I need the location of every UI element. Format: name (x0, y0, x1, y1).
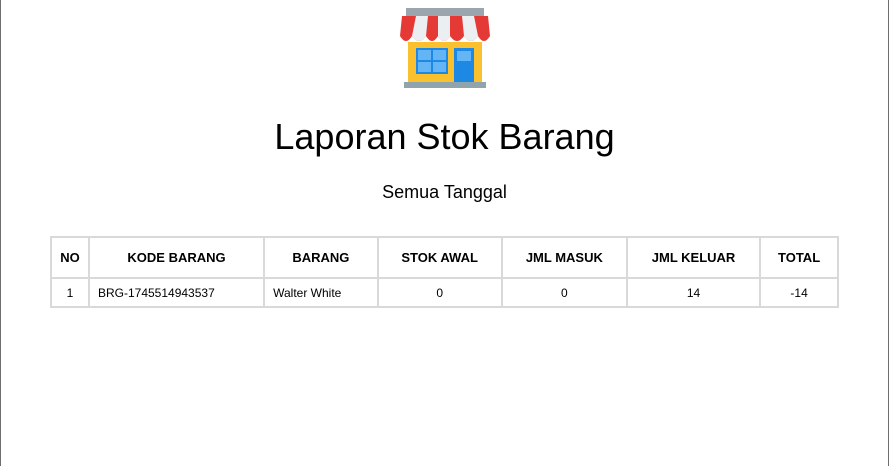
column-header-no: NO (50, 236, 90, 279)
page-title: Laporan Stok Barang (274, 116, 615, 157)
cell-jml-keluar: 14 (625, 277, 762, 308)
table-row: 1 BRG-1745514943537 Walter White 0 0 14 … (50, 277, 839, 308)
cell-barang: Walter White (263, 277, 379, 308)
cell-jml-masuk: 0 (500, 277, 628, 308)
cell-kode-barang: BRG-1745514943537 (87, 277, 266, 308)
column-header-stok-awal: STOK AWAL (376, 236, 503, 279)
cell-total: -14 (759, 277, 839, 308)
stock-report-table: NO KODE BARANG BARANG STOK AWAL JML MASU… (50, 236, 839, 308)
column-header-total: TOTAL (759, 236, 839, 279)
cell-stok-awal: 0 (376, 277, 503, 308)
date-range-subtitle: Semua Tanggal (382, 182, 507, 202)
column-header-barang: BARANG (263, 236, 379, 279)
column-header-jml-masuk: JML MASUK (500, 236, 628, 279)
table-header-row: NO KODE BARANG BARANG STOK AWAL JML MASU… (50, 236, 839, 279)
column-header-jml-keluar: JML KELUAR (625, 236, 762, 279)
cell-no: 1 (50, 277, 90, 308)
column-header-kode-barang: KODE BARANG (87, 236, 266, 279)
store-icon (400, 8, 490, 88)
